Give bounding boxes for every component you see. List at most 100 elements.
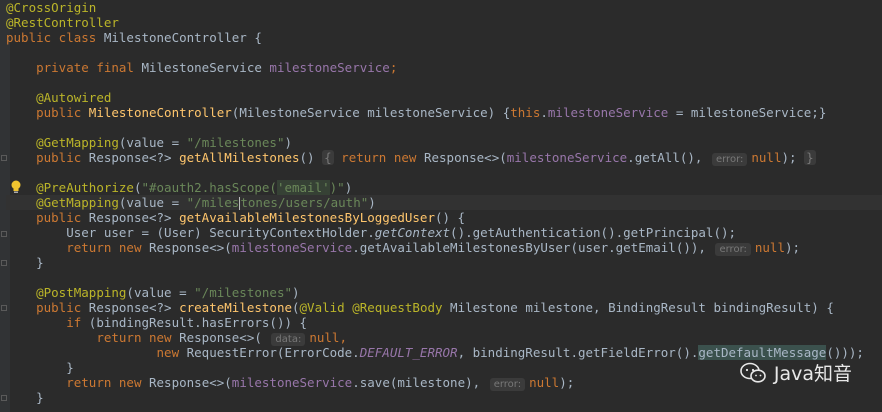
- string-literal: "/milestones": [194, 285, 292, 300]
- keyword: return new: [341, 150, 417, 165]
- code-text: User user = (User) SecurityContextHolder…: [66, 225, 375, 240]
- code-text: }: [36, 390, 44, 405]
- code-line: }: [6, 390, 882, 405]
- code-text: (): [299, 150, 323, 165]
- code-line: public Response<?> getAvailableMilestone…: [6, 210, 882, 225]
- annotation: @RequestBody: [352, 300, 443, 315]
- annotation: @RestController: [6, 15, 119, 30]
- code-text: Response<>(: [416, 150, 507, 165]
- code-text: () {: [434, 210, 466, 225]
- code-line: @Autowired: [6, 90, 882, 105]
- code-text: ): [292, 285, 300, 300]
- keyword: null: [751, 150, 782, 165]
- code-text: );: [784, 240, 801, 255]
- code-line: return new Response<>( data: null,: [6, 330, 882, 346]
- string-literal: "/milestones": [186, 135, 285, 150]
- folded-brace[interactable]: }: [804, 150, 816, 165]
- annotation: @Valid: [299, 300, 345, 315]
- code-line: private final MilestoneService milestone…: [6, 60, 882, 75]
- code-text: MilestoneService: [133, 60, 270, 75]
- code-text: (: [292, 300, 300, 315]
- keyword: return new: [96, 330, 172, 345]
- function-name: MilestoneController: [88, 105, 232, 120]
- keyword: public class: [6, 30, 97, 45]
- function-name: createMilestone: [179, 300, 292, 315]
- static-method: getContext: [374, 225, 451, 240]
- code-text: .getAll(),: [627, 150, 703, 165]
- code-line-current: @GetMapping(value = "/milestones/users/a…: [6, 195, 882, 210]
- keyword: this: [510, 105, 541, 120]
- code-text: Response<>(: [171, 330, 262, 345]
- code-line: public Response<?> createMilestone(@Vali…: [6, 300, 882, 315]
- keyword: public: [36, 150, 82, 165]
- code-text: ): [284, 135, 293, 150]
- code-text: }: [36, 255, 44, 270]
- annotation: @PostMapping: [36, 285, 127, 300]
- string-literal: tones/users/auth": [240, 195, 369, 210]
- code-text: (value =: [118, 135, 187, 150]
- field-name: milestoneService: [506, 150, 628, 165]
- code-text: (bindingResult.hasErrors()) {: [81, 315, 308, 330]
- function-name: getAvailableMilestonesByLoggedUser: [179, 210, 435, 225]
- string-literal: "/miles: [186, 195, 240, 210]
- code-text: = milestoneService;}: [668, 105, 827, 120]
- code-line: if (bindingResult.hasErrors()) {: [6, 315, 882, 330]
- annotation: @Autowired: [36, 90, 112, 105]
- field-name: milestoneService: [547, 105, 669, 120]
- keyword: new: [156, 345, 180, 360]
- static-constant: DEFAULT_ERROR: [359, 345, 458, 360]
- string-literal: "#oauth2.hasScope(: [141, 180, 277, 195]
- code-text: RequestError(ErrorCode.: [179, 345, 360, 360]
- keyword: null: [309, 330, 340, 345]
- keyword: return new: [66, 240, 142, 255]
- annotation: @GetMapping: [36, 135, 119, 150]
- field-name: milestoneService: [231, 375, 353, 390]
- code-text: ,: [339, 330, 347, 345]
- code-line: User user = (User) SecurityContextHolder…: [6, 225, 882, 240]
- annotation: @PreAuthorize: [36, 180, 134, 195]
- code-text: }: [66, 360, 74, 375]
- keyword: public: [36, 300, 82, 315]
- code-text: (MilestoneService milestoneService) {: [231, 105, 511, 120]
- code-text: ): [344, 180, 353, 195]
- code-line: return new Response<>(milestoneService.g…: [6, 240, 882, 256]
- string-literal: 'email': [276, 180, 330, 195]
- keyword: null: [754, 240, 785, 255]
- keyword: public: [36, 105, 82, 120]
- annotation: @GetMapping: [36, 195, 119, 210]
- code-text: ()));: [826, 345, 864, 360]
- code-text: , bindingResult.getFieldError().: [457, 345, 699, 360]
- folded-brace[interactable]: {: [322, 150, 334, 165]
- string-literal: )": [329, 180, 345, 195]
- code-text: .getAvailableMilestonesByUser(user.getEm…: [352, 240, 706, 255]
- field-name: milestoneService: [269, 60, 390, 75]
- code-line: public class MilestoneController {: [6, 30, 882, 45]
- code-text: .save(milestone),: [352, 375, 481, 390]
- function-name: getAllMilestones: [179, 150, 300, 165]
- code-text: );: [559, 375, 575, 390]
- keyword: private final: [36, 60, 134, 75]
- code-text: Response<?>: [81, 210, 180, 225]
- code-text: ): [368, 195, 376, 210]
- code-line: new RequestError(ErrorCode.DEFAULT_ERROR…: [6, 345, 882, 360]
- code-line: @CrossOrigin: [6, 0, 882, 15]
- code-line: }: [6, 255, 882, 270]
- code-text: );: [781, 150, 797, 165]
- highlighted-method: getDefaultMessage: [698, 345, 827, 360]
- keyword: null: [529, 375, 560, 390]
- code-text: Response<?>: [81, 300, 180, 315]
- keyword: return new: [66, 375, 142, 390]
- code-text: MilestoneController {: [96, 30, 262, 45]
- code-editor[interactable]: @CrossOrigin @RestController public clas…: [6, 0, 882, 412]
- code-line: @GetMapping(value = "/milestones"): [6, 135, 882, 150]
- code-text: .: [540, 105, 548, 120]
- code-text: Response<?>: [81, 150, 180, 165]
- code-text: (value =: [118, 195, 187, 210]
- code-text: Response<>(: [141, 375, 232, 390]
- code-line: public Response<?> getAllMilestones() { …: [6, 150, 882, 166]
- watermark: Java知音: [740, 359, 852, 386]
